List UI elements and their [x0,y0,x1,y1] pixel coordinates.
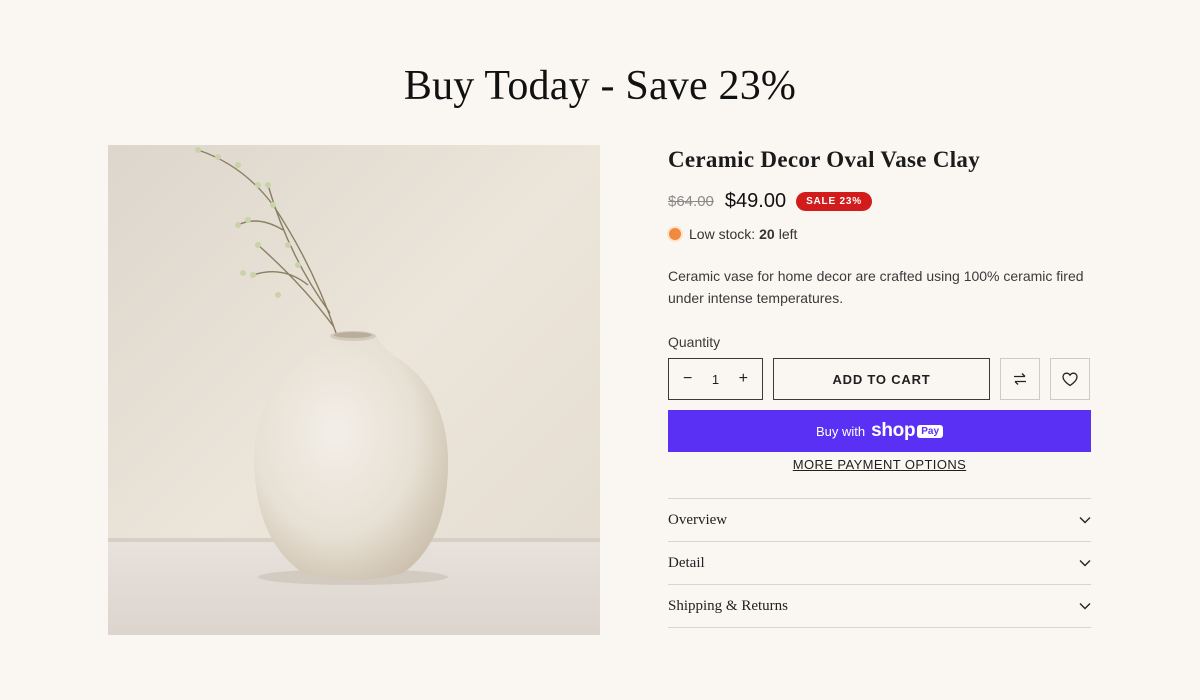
product-info: Ceramic Decor Oval Vase Clay $64.00 $49.… [668,145,1091,628]
price-row: $64.00 $49.00 SALE 23% [668,189,1091,213]
accordion-label: Overview [668,511,728,528]
shop-pay-button[interactable]: Buy with shop Pay [668,410,1091,452]
chevron-down-icon [1079,560,1091,567]
page-heading: Buy Today - Save 23% [403,63,797,109]
stock-status: Low stock: 20 left [668,226,1091,242]
product-title: Ceramic Decor Oval Vase Clay [668,147,981,172]
product-accordion: Overview Detail Shipping & Returns [668,498,1091,628]
quantity-increase-button[interactable]: + [739,370,748,388]
chevron-down-icon [1079,603,1091,610]
accordion-label: Shipping & Returns [668,597,789,614]
product-description: Ceramic vase for home decor are crafted … [668,268,1084,306]
sale-badge: SALE 23% [796,191,872,211]
compare-button[interactable] [1000,358,1040,400]
product-image[interactable] [108,145,600,635]
quantity-value[interactable]: 1 [712,372,719,387]
stock-label: Low stock: [689,226,756,242]
compare-icon [1014,373,1026,385]
accordion-overview[interactable]: Overview [668,499,1091,542]
more-payment-options-link[interactable]: MORE PAYMENT OPTIONS [668,457,1091,472]
heart-icon [1062,372,1078,386]
buy-with-label: Buy with [815,423,866,439]
purchase-actions: − 1 + ADD TO CART [668,358,1091,400]
wishlist-button[interactable] [1050,358,1090,400]
chevron-down-icon [1079,517,1091,524]
quantity-stepper: − 1 + [668,358,763,400]
accordion-label: Detail [668,554,705,571]
accordion-detail[interactable]: Detail [668,542,1091,585]
add-to-cart-button[interactable]: ADD TO CART [773,358,990,400]
stock-count: 20 [759,226,775,242]
quantity-decrease-button[interactable]: − [683,370,692,388]
pay-badge: Pay [917,425,944,438]
original-price: $64.00 [668,192,714,210]
stock-status-dot-icon [669,228,681,240]
quantity-label: Quantity [668,334,721,350]
stock-suffix: left [778,226,798,242]
shop-pay-logo: shop [871,420,916,441]
accordion-shipping-returns[interactable]: Shipping & Returns [668,585,1091,628]
sale-price: $49.00 [724,189,787,212]
